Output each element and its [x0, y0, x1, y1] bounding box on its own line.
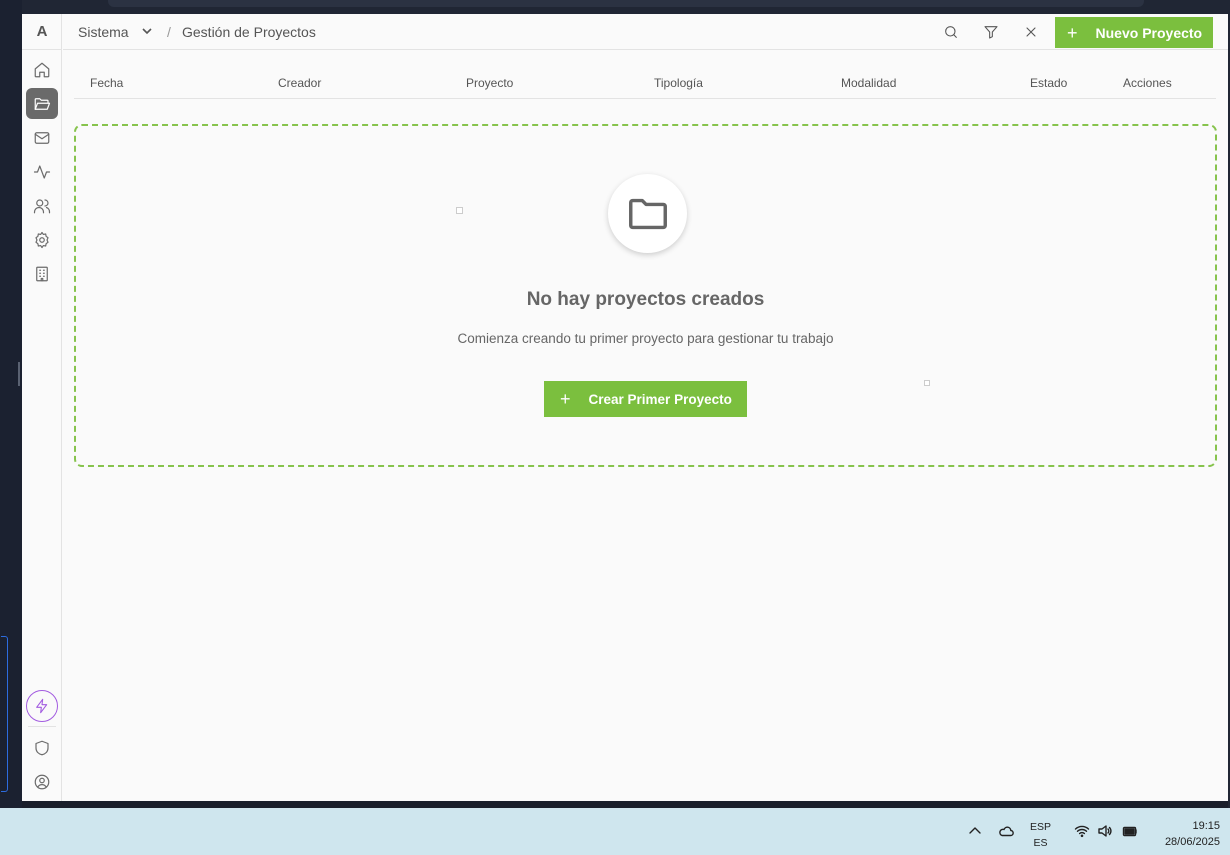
- volume-icon: [1098, 825, 1112, 837]
- folder-open-icon: [34, 97, 51, 110]
- empty-folder-badge: [608, 174, 687, 253]
- sidebar-divider: [28, 726, 56, 727]
- settings-icon: [35, 231, 49, 248]
- nav-users[interactable]: [26, 190, 58, 221]
- plus-icon: +: [1067, 22, 1078, 43]
- quick-action-button[interactable]: [26, 690, 58, 722]
- new-project-label: Nuevo Proyecto: [1095, 24, 1203, 41]
- keyboard-layout: ES: [1033, 837, 1048, 849]
- clock-time: 19:15: [1192, 820, 1220, 832]
- empty-state: No hay proyectos creados Comienza creand…: [74, 124, 1217, 467]
- language-code: ESP: [1030, 821, 1052, 833]
- bolt-icon: [36, 698, 48, 714]
- breadcrumb-root[interactable]: Sistema: [78, 24, 129, 40]
- clock-date: 28/06/2025: [1164, 836, 1220, 848]
- nav-home[interactable]: [26, 54, 58, 85]
- close-icon: [1026, 27, 1036, 37]
- input-language[interactable]: ESP ES: [1030, 819, 1051, 851]
- column-modalidad[interactable]: Modalidad: [841, 76, 896, 90]
- tray-expand-button[interactable]: [967, 823, 983, 844]
- home-icon: [34, 62, 50, 77]
- column-estado[interactable]: Estado: [1030, 76, 1067, 90]
- table-header: Fecha Creador Proyecto Tipología Modalid…: [74, 66, 1216, 99]
- nav-building[interactable]: [26, 258, 58, 289]
- breadcrumb-dropdown[interactable]: [141, 24, 153, 42]
- plus-icon: +: [560, 389, 571, 409]
- sidebar: A: [22, 14, 62, 801]
- desktop-accent-frame: [1, 636, 8, 792]
- decorative-dot: [456, 207, 463, 214]
- folder-icon: [628, 198, 667, 229]
- chevron-up-icon: [969, 827, 981, 834]
- nav-settings[interactable]: [26, 224, 58, 255]
- decorative-dot: [924, 380, 930, 386]
- clear-button[interactable]: [1021, 22, 1041, 42]
- battery-button[interactable]: [1122, 823, 1138, 844]
- chevron-down-icon: [142, 28, 152, 35]
- app-window: A Sistema / Gestión de Proyectos + Nuevo…: [22, 14, 1228, 801]
- empty-title: No hay proyectos creados: [526, 289, 765, 310]
- building-icon: [36, 266, 48, 281]
- volume-button[interactable]: [1097, 823, 1113, 844]
- taskbar: ESP ES 19:15 28/06/2025: [0, 808, 1230, 855]
- shield-icon: [35, 740, 49, 755]
- create-first-project-button[interactable]: + Crear Primer Proyecto: [544, 381, 747, 417]
- search-button[interactable]: [941, 22, 961, 42]
- create-first-project-label: Crear Primer Proyecto: [588, 391, 732, 407]
- filter-button[interactable]: [981, 22, 1001, 42]
- column-tipologia[interactable]: Tipología: [654, 76, 703, 90]
- address-bar[interactable]: [108, 0, 1144, 7]
- column-proyecto[interactable]: Proyecto: [466, 76, 513, 90]
- column-fecha[interactable]: Fecha: [90, 76, 123, 90]
- empty-subtitle: Comienza creando tu primer proyecto para…: [457, 331, 834, 346]
- nav-profile[interactable]: [26, 766, 58, 797]
- top-header: Sistema / Gestión de Proyectos + Nuevo P…: [63, 14, 1228, 50]
- mail-icon: [34, 131, 50, 144]
- activity-icon: [33, 164, 51, 179]
- system-clock[interactable]: 19:15 28/06/2025: [1150, 818, 1220, 850]
- browser-top-strip: [0, 0, 1230, 14]
- app-logo[interactable]: A: [22, 14, 62, 50]
- column-creador[interactable]: Creador: [278, 76, 321, 90]
- user-circle-icon: [34, 774, 50, 789]
- users-icon: [33, 198, 51, 213]
- nav-activity[interactable]: [26, 156, 58, 187]
- cloud-icon: [999, 826, 1014, 837]
- wifi-icon: [1074, 825, 1090, 838]
- wifi-button[interactable]: [1074, 823, 1090, 844]
- search-icon: [945, 26, 957, 38]
- desktop-left-edge: [0, 0, 22, 808]
- page-title: Gestión de Proyectos: [182, 24, 316, 40]
- new-project-button[interactable]: + Nuevo Proyecto: [1055, 17, 1213, 48]
- nav-mail[interactable]: [26, 122, 58, 153]
- nav-projects[interactable]: [26, 88, 58, 119]
- filter-icon: [984, 26, 998, 39]
- column-acciones: Acciones: [1123, 76, 1172, 90]
- onedrive-button[interactable]: [998, 823, 1014, 844]
- breadcrumb-separator: /: [167, 24, 171, 40]
- nav-security[interactable]: [26, 732, 58, 763]
- window-grip[interactable]: [18, 362, 20, 386]
- battery-icon: [1122, 826, 1137, 837]
